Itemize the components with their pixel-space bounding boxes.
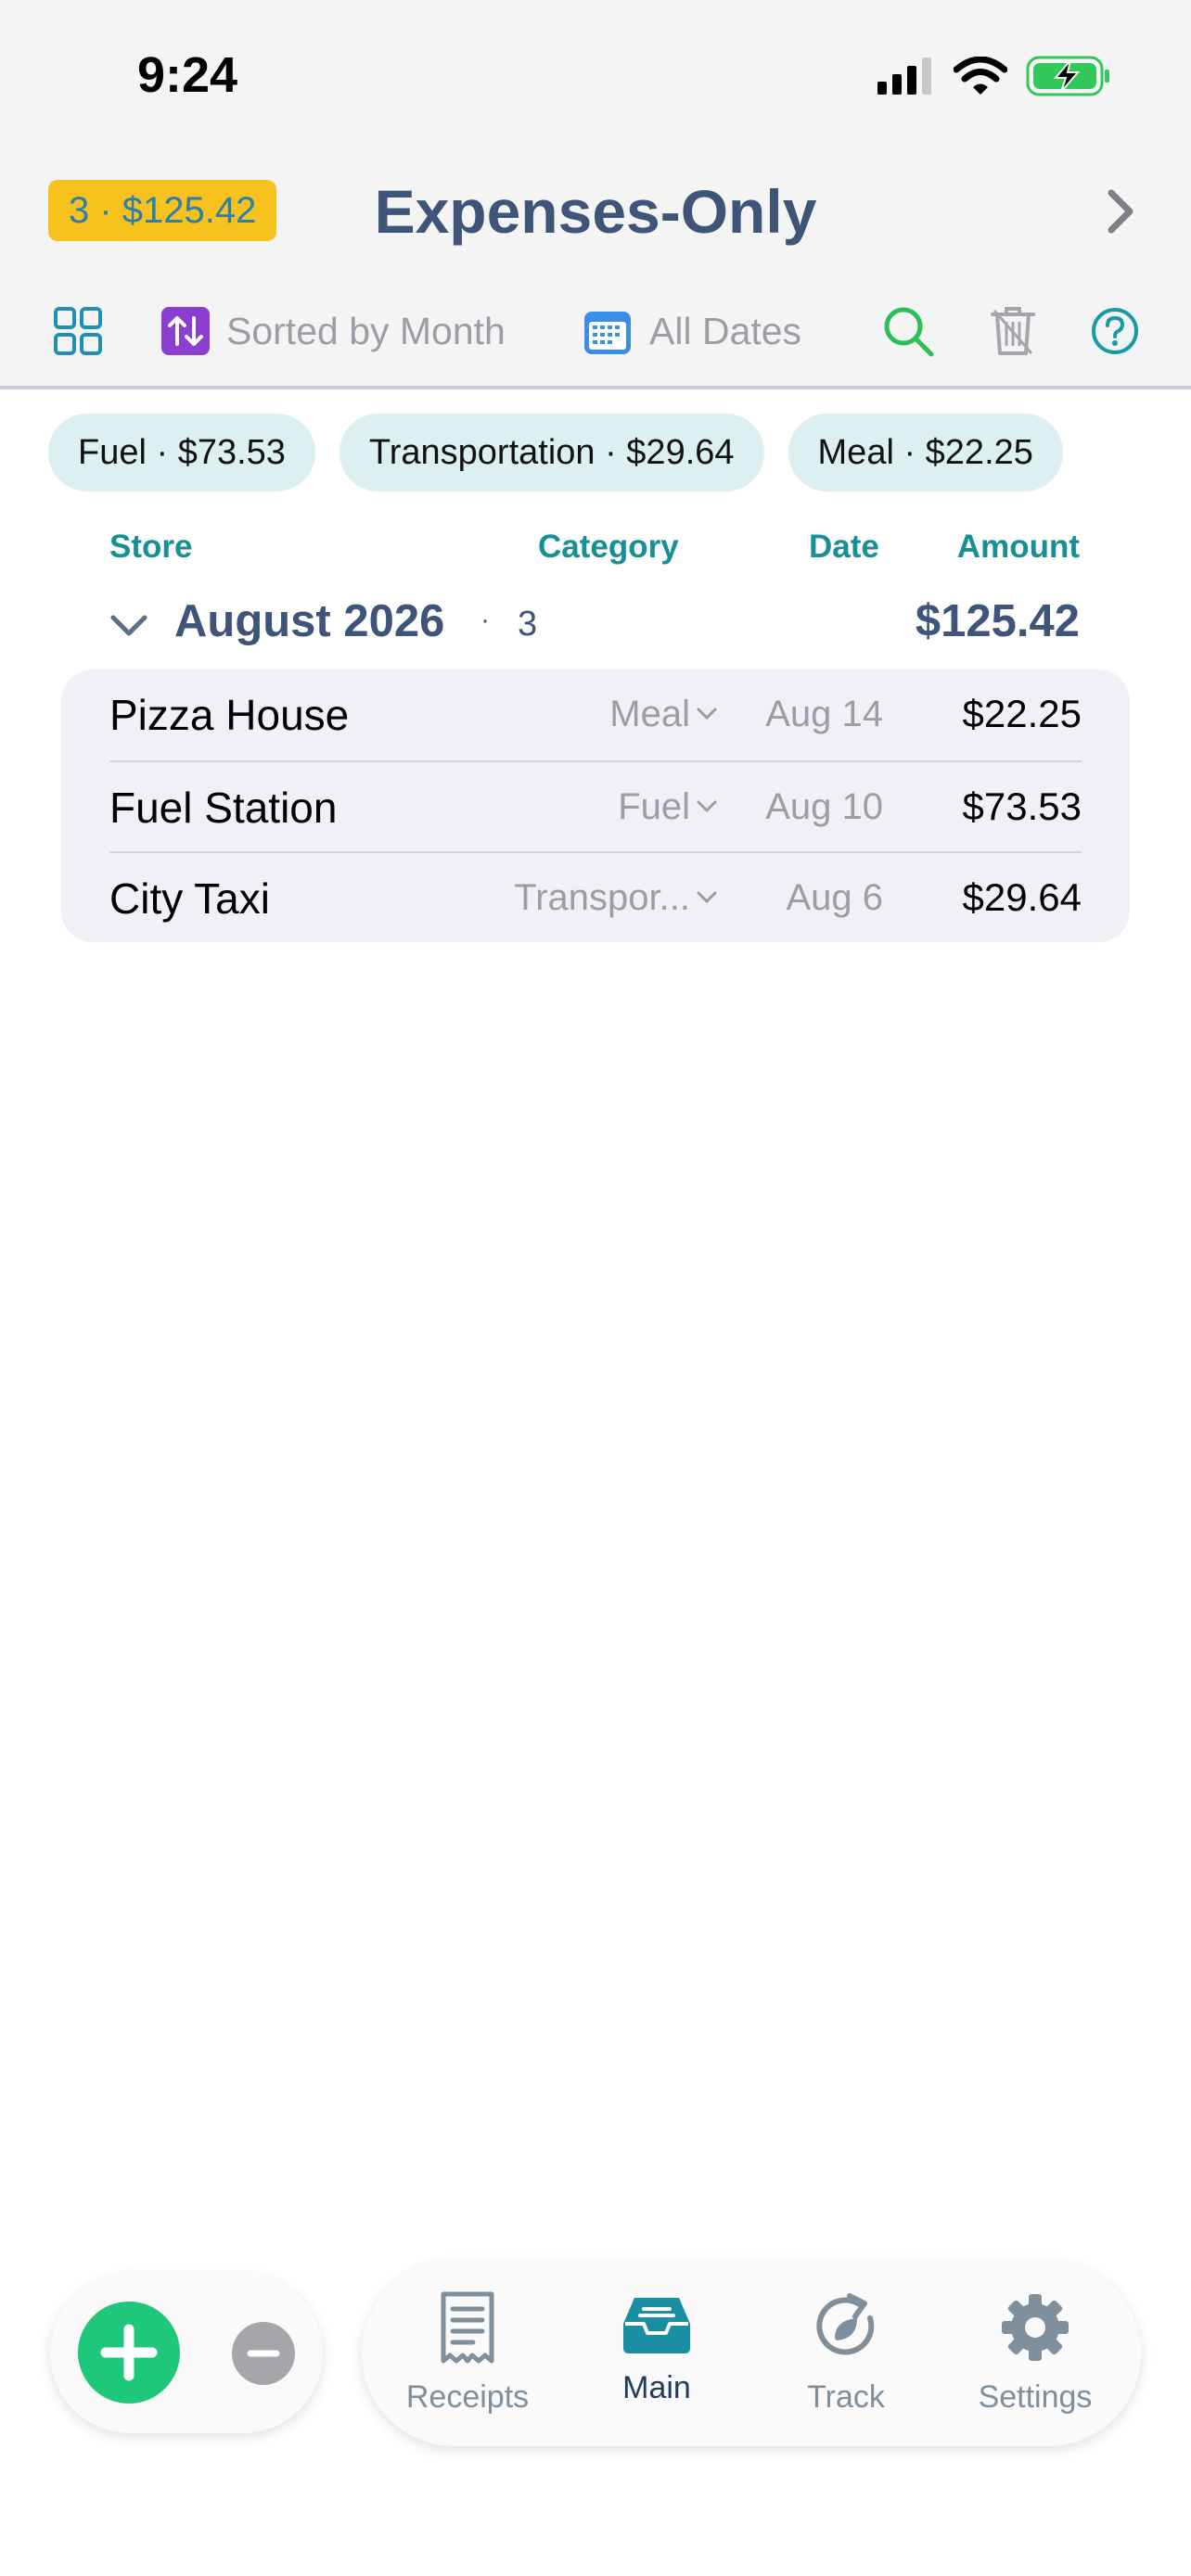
wifi-icon xyxy=(954,57,1007,95)
remove-expense-button[interactable] xyxy=(232,2322,295,2385)
category-summary-chips: Fuel · $73.53 Transportation · $29.64 Me… xyxy=(48,414,1063,491)
tab-bar: Receipts Main Track Settings xyxy=(362,2261,1141,2446)
status-icons xyxy=(877,56,1111,96)
row-category[interactable]: Meal xyxy=(609,694,690,735)
category-chip-meal[interactable]: Meal · $22.25 xyxy=(788,414,1063,491)
gear-icon xyxy=(1002,2294,1069,2361)
chevron-down-icon[interactable] xyxy=(696,886,718,909)
row-date: Aug 6 xyxy=(786,877,883,918)
toolbar: Sorted by Month All Dates xyxy=(0,297,1191,365)
tab-receipts[interactable]: Receipts xyxy=(375,2261,560,2446)
search-icon xyxy=(884,307,934,357)
sort-label: Sorted by Month xyxy=(226,309,506,352)
trash-button[interactable] xyxy=(989,297,1037,365)
help-circle-icon xyxy=(1092,308,1138,354)
row-store: Fuel Station xyxy=(109,784,338,832)
row-category[interactable]: Fuel xyxy=(618,786,690,828)
column-header-amount[interactable]: Amount xyxy=(957,529,1080,566)
row-date: Aug 10 xyxy=(765,786,883,827)
row-date: Aug 14 xyxy=(765,694,883,734)
group-separator: · xyxy=(480,605,490,635)
expense-row[interactable]: Pizza House Meal Aug 14 $22.25 xyxy=(109,670,1082,760)
row-amount: $73.53 xyxy=(962,784,1082,828)
category-chip-transportation[interactable]: Transportation · $29.64 xyxy=(339,414,764,491)
chevron-down-icon[interactable] xyxy=(696,703,718,725)
row-store: City Taxi xyxy=(109,874,270,923)
month-group-header[interactable]: August 2026 · 3 $125.42 xyxy=(0,590,1191,660)
plus-icon xyxy=(100,2324,158,2381)
receipt-icon xyxy=(441,2291,494,2364)
row-amount: $29.64 xyxy=(962,875,1082,919)
expense-row[interactable]: City Taxi Transpor... Aug 6 $29.64 xyxy=(109,851,1082,944)
chevron-right-icon[interactable] xyxy=(1091,184,1146,239)
row-store: Pizza House xyxy=(109,691,350,739)
sort-button[interactable]: Sorted by Month xyxy=(161,297,506,365)
inbox-tray-icon xyxy=(623,2298,690,2353)
row-amount: $22.25 xyxy=(962,692,1082,735)
minus-icon xyxy=(247,2350,280,2357)
tab-label: Receipts xyxy=(405,2379,530,2415)
group-count: 3 xyxy=(518,605,538,644)
date-filter-button[interactable]: All Dates xyxy=(583,297,801,365)
calendar-icon xyxy=(584,312,631,354)
column-header-store[interactable]: Store xyxy=(109,529,192,566)
add-remove-controls xyxy=(50,2274,323,2433)
search-button[interactable] xyxy=(881,297,935,365)
expense-row[interactable]: Fuel Station Fuel Aug 10 $73.53 xyxy=(109,760,1082,853)
tab-label: Track xyxy=(807,2379,885,2415)
top-bar: 9:24 3 · $125.42 Expenses-Only Sorted by… xyxy=(0,0,1191,389)
tab-label: Settings xyxy=(978,2379,1093,2415)
column-header-date[interactable]: Date xyxy=(809,529,879,566)
tab-label: Main xyxy=(622,2370,691,2405)
help-button[interactable] xyxy=(1091,297,1139,365)
title-row: 3 · $125.42 Expenses-Only xyxy=(0,176,1191,250)
grid-view-button[interactable] xyxy=(52,297,104,365)
tab-settings[interactable]: Settings xyxy=(942,2261,1128,2446)
track-cycle-icon xyxy=(816,2293,875,2355)
tab-track[interactable]: Track xyxy=(753,2261,939,2446)
trash-icon xyxy=(991,307,1035,355)
date-filter-label: All Dates xyxy=(649,309,802,352)
page-title: Expenses-Only xyxy=(374,177,817,246)
row-category[interactable]: Transpor... xyxy=(514,877,690,919)
add-expense-button[interactable] xyxy=(78,2302,180,2404)
chevron-down-icon[interactable] xyxy=(109,610,148,642)
category-chip-fuel[interactable]: Fuel · $73.53 xyxy=(48,414,315,491)
group-title: August 2026 xyxy=(174,596,445,646)
chevron-down-icon[interactable] xyxy=(696,796,718,818)
column-header-category[interactable]: Category xyxy=(538,529,679,566)
tab-main[interactable]: Main xyxy=(564,2261,749,2446)
sort-arrows-icon xyxy=(161,307,210,355)
battery-charging-icon xyxy=(1026,56,1109,96)
status-time: 9:24 xyxy=(137,47,238,103)
grid-icon xyxy=(54,307,102,355)
group-total: $125.42 xyxy=(915,596,1080,646)
expense-list: Pizza House Meal Aug 14 $22.25 Fuel Stat… xyxy=(61,670,1130,942)
column-headers: Store Category Date Amount xyxy=(0,529,1191,575)
cellular-signal-icon xyxy=(877,57,931,95)
